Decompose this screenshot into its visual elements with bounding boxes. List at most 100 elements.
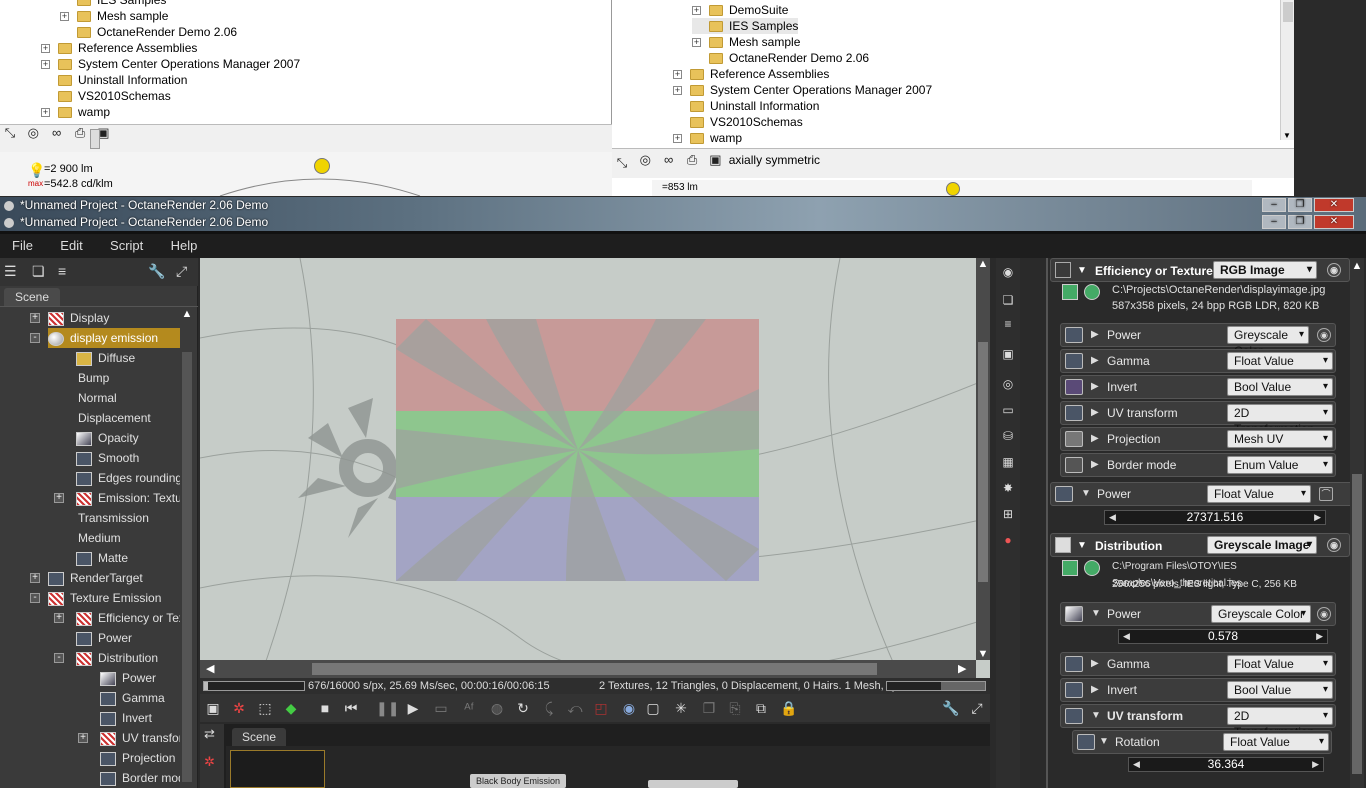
reload-icon[interactable] (1084, 284, 1100, 300)
scrollbar-thumb[interactable] (1352, 474, 1362, 774)
decrement-icon[interactable]: ◀ (1123, 630, 1130, 643)
glasses-icon[interactable]: ∞ (49, 125, 65, 141)
camera-icon[interactable]: ◉ (1000, 264, 1016, 280)
pin-row[interactable]: ▶ Invert Bool Value (1060, 375, 1336, 399)
expand-icon[interactable]: + (60, 12, 69, 22)
refresh-icon[interactable]: ↻ (514, 699, 532, 717)
uv-transform-type[interactable]: 2D Transformation (1227, 707, 1333, 739)
inspector-scrollbar[interactable]: ▲ (1350, 258, 1364, 788)
paste-icon[interactable]: ⎘ (726, 699, 744, 717)
pin-row[interactable]: ▶ Gamma Float Value (1060, 349, 1336, 373)
curve-icon[interactable]: ⌒ (1319, 487, 1333, 501)
eye-icon[interactable]: ◉ (1327, 538, 1341, 552)
tab-scene[interactable]: Scene (4, 288, 60, 306)
polar-icon[interactable]: ◎ (25, 125, 41, 141)
viewport-hscroll[interactable]: ◀ ▶ (200, 660, 976, 678)
scene-tree-item[interactable]: Matte (76, 548, 180, 568)
scene-tree-item[interactable]: Distribution (76, 648, 180, 668)
material-icon[interactable]: ● (1000, 532, 1016, 548)
collapse-arrow-icon[interactable]: ▼ (1091, 603, 1101, 625)
reload-icon[interactable] (1084, 560, 1100, 576)
start-button[interactable]: ▶ (404, 699, 422, 717)
folder-row[interactable]: + Mesh sample (60, 8, 168, 24)
close-button[interactable]: ✕ (1314, 198, 1354, 212)
pin-row[interactable]: ▶ Gamma Float Value (1060, 652, 1336, 676)
wrench-icon[interactable]: 🔧 (942, 699, 960, 717)
sun-icon[interactable]: ✸ (1000, 480, 1016, 496)
image-icon[interactable]: ▣ (1000, 346, 1016, 362)
expand-icon[interactable]: + (41, 108, 50, 118)
scrollbar-thumb[interactable] (312, 663, 877, 675)
collapse-arrow-icon[interactable]: ▼ (1077, 534, 1087, 558)
pin-type-dropdown[interactable]: Bool Value (1227, 681, 1333, 699)
scene-tree-item[interactable]: Normal (76, 388, 180, 408)
print-icon[interactable]: ⎙ (684, 152, 700, 168)
scrollbar-thumb[interactable] (978, 342, 988, 582)
scene-tree-item[interactable]: Edges rounding (76, 468, 180, 488)
scroll-up-icon[interactable]: ▲ (1350, 260, 1364, 272)
folder-row[interactable]: + wamp (41, 104, 110, 120)
scroll-left-icon[interactable]: ◀ (206, 662, 214, 675)
scene-tree-item[interactable]: Invert (100, 708, 180, 728)
scene-tree-item[interactable]: Gamma (100, 688, 180, 708)
folder-row[interactable]: + DemoSuite (692, 2, 788, 18)
fullscreen-icon[interactable]: ⤢ (968, 699, 986, 717)
folder-row[interactable]: OctaneRender Demo 2.06 (60, 24, 237, 40)
uv-transform-row[interactable]: ▼ UV transform 2D Transformation (1060, 704, 1336, 739)
expand-icon[interactable]: + (54, 613, 64, 623)
pin-row[interactable]: ▶ Power Greyscale Color ◉ (1060, 323, 1336, 358)
expand-arrow-icon[interactable]: ▶ (1091, 428, 1099, 450)
folder-row[interactable]: Uninstall Information (41, 72, 187, 88)
pin-type-dropdown[interactable]: 2D Transformation (1227, 404, 1333, 436)
folder-row[interactable]: + Reference Assemblies (673, 66, 829, 82)
collapse-icon[interactable]: - (30, 333, 40, 343)
scroll-right-icon[interactable]: ▶ (958, 662, 966, 675)
close-button[interactable]: ✕ (1314, 215, 1354, 229)
load-file-icon[interactable] (1062, 284, 1078, 300)
fit-icon[interactable]: ⤡ (2, 125, 18, 141)
layers-icon[interactable]: ❏ (32, 263, 45, 280)
explorer-scrollbar[interactable]: ▼ (1280, 0, 1294, 140)
scene-tree-item[interactable]: UV transform (100, 728, 180, 748)
increment-icon[interactable]: ▶ (1316, 630, 1323, 643)
scroll-down-icon[interactable]: ▼ (1283, 131, 1291, 140)
expand-icon[interactable]: + (78, 733, 88, 743)
screen-icon[interactable]: ▣ (204, 699, 222, 717)
expand-arrow-icon[interactable]: ▶ (1091, 402, 1099, 424)
rotation-type[interactable]: Float Value (1223, 733, 1329, 751)
color-picker-icon[interactable]: ◍ (488, 699, 506, 717)
wrench-icon[interactable]: 🔧 (148, 263, 165, 280)
scene-tree-item[interactable]: Diffuse (76, 348, 180, 368)
minimize-button[interactable]: – (1262, 198, 1286, 212)
increment-icon[interactable]: ▶ (1312, 758, 1319, 771)
collapse-icon[interactable]: - (54, 653, 64, 663)
collapse-icon[interactable]: - (30, 593, 40, 603)
scene-tree-item[interactable]: Texture Emission (48, 588, 180, 608)
outliner-scrollbar[interactable]: ▲ (180, 308, 194, 788)
eye-icon[interactable]: ◉ (1327, 263, 1341, 277)
scene-tree-item[interactable]: Emission: Texture (76, 488, 180, 508)
fit-icon[interactable]: ⤡ (614, 155, 630, 171)
monitor-icon[interactable]: ▭ (432, 699, 450, 717)
expand-arrow-icon[interactable]: ▶ (1091, 679, 1099, 701)
folder-row[interactable]: Uninstall Information (673, 98, 819, 114)
octane-node-icon[interactable]: ✲ (204, 754, 215, 770)
pin-row[interactable]: ▶ Invert Bool Value (1060, 678, 1336, 702)
scene-tree-item[interactable]: Bump (76, 368, 180, 388)
nodes-icon[interactable]: ⊞ (1000, 506, 1016, 522)
folder-row[interactable]: + wamp (673, 130, 742, 146)
folder-row[interactable]: + Reference Assemblies (41, 40, 197, 56)
expand-icon[interactable]: + (54, 493, 64, 503)
expand-arrow-icon[interactable]: ▶ (1091, 376, 1099, 398)
scene-tree-item[interactable]: display emission (48, 328, 180, 348)
region-render-icon[interactable]: ◰ (592, 699, 610, 717)
distribution-type-dropdown[interactable]: Greyscale Image (1207, 536, 1317, 554)
lock-view-icon[interactable]: ◉ (620, 699, 638, 717)
power-row[interactable]: ▼ Power Float Value ⌒ (1050, 482, 1356, 506)
pick-icon[interactable]: ⤹ (540, 699, 558, 717)
af-icon[interactable]: ᴬᶠ (460, 699, 478, 717)
scene-tree-item[interactable]: Power (76, 628, 180, 648)
snapshot-icon[interactable]: ⧉ (752, 699, 770, 717)
expand-arrow-icon[interactable]: ▶ (1091, 350, 1099, 372)
eye-icon[interactable]: ◉ (1317, 607, 1331, 621)
